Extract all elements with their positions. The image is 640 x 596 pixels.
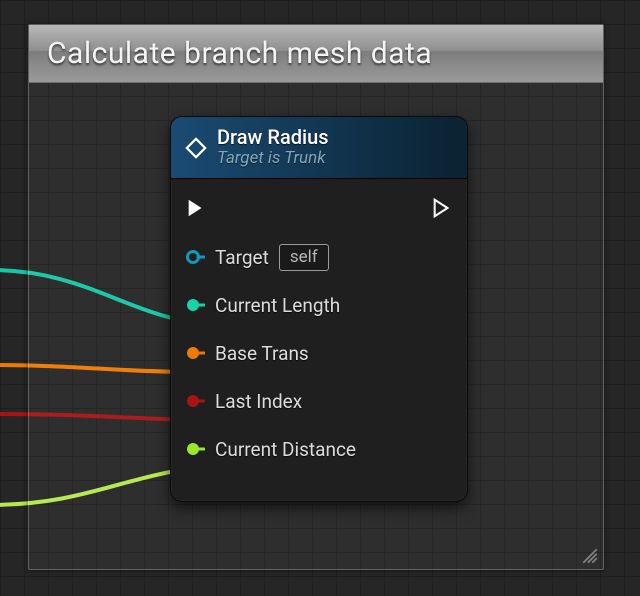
exec-out-pin[interactable] [431, 197, 453, 219]
pin-current-length[interactable]: Current Length [185, 281, 453, 329]
node-subtitle: Target is Trunk [217, 149, 329, 169]
pin-current-length-icon[interactable] [185, 295, 205, 315]
pin-current-distance-icon[interactable] [185, 439, 205, 459]
pin-target-default[interactable]: self [279, 244, 329, 271]
pin-target[interactable]: Target self [185, 233, 453, 281]
pin-current-distance[interactable]: Current Distance [185, 425, 453, 473]
node-header[interactable]: Draw Radius Target is Trunk [171, 117, 467, 179]
exec-in-pin[interactable] [185, 197, 207, 219]
pin-current-distance-label: Current Distance [215, 438, 356, 461]
pin-base-trans[interactable]: Base Trans [185, 329, 453, 377]
node-body: Target self Current Length Base Trans [171, 179, 467, 487]
blueprint-node-draw-radius[interactable]: Draw Radius Target is Trunk Target self [170, 116, 468, 502]
function-icon [185, 137, 207, 159]
pin-base-trans-icon[interactable] [185, 343, 205, 363]
pin-base-trans-label: Base Trans [215, 342, 309, 365]
pin-current-length-label: Current Length [215, 294, 340, 317]
comment-header[interactable]: Calculate branch mesh data [29, 25, 603, 83]
node-title: Draw Radius [217, 126, 329, 149]
exec-row [185, 189, 453, 227]
pin-last-index-icon[interactable] [185, 391, 205, 411]
pin-target-icon[interactable] [185, 247, 205, 267]
pin-target-label: Target [215, 246, 269, 269]
pin-last-index[interactable]: Last Index [185, 377, 453, 425]
comment-title: Calculate branch mesh data [47, 36, 432, 71]
node-header-texts: Draw Radius Target is Trunk [217, 126, 329, 169]
resize-grip-icon[interactable] [581, 547, 599, 565]
pin-last-index-label: Last Index [215, 390, 302, 413]
